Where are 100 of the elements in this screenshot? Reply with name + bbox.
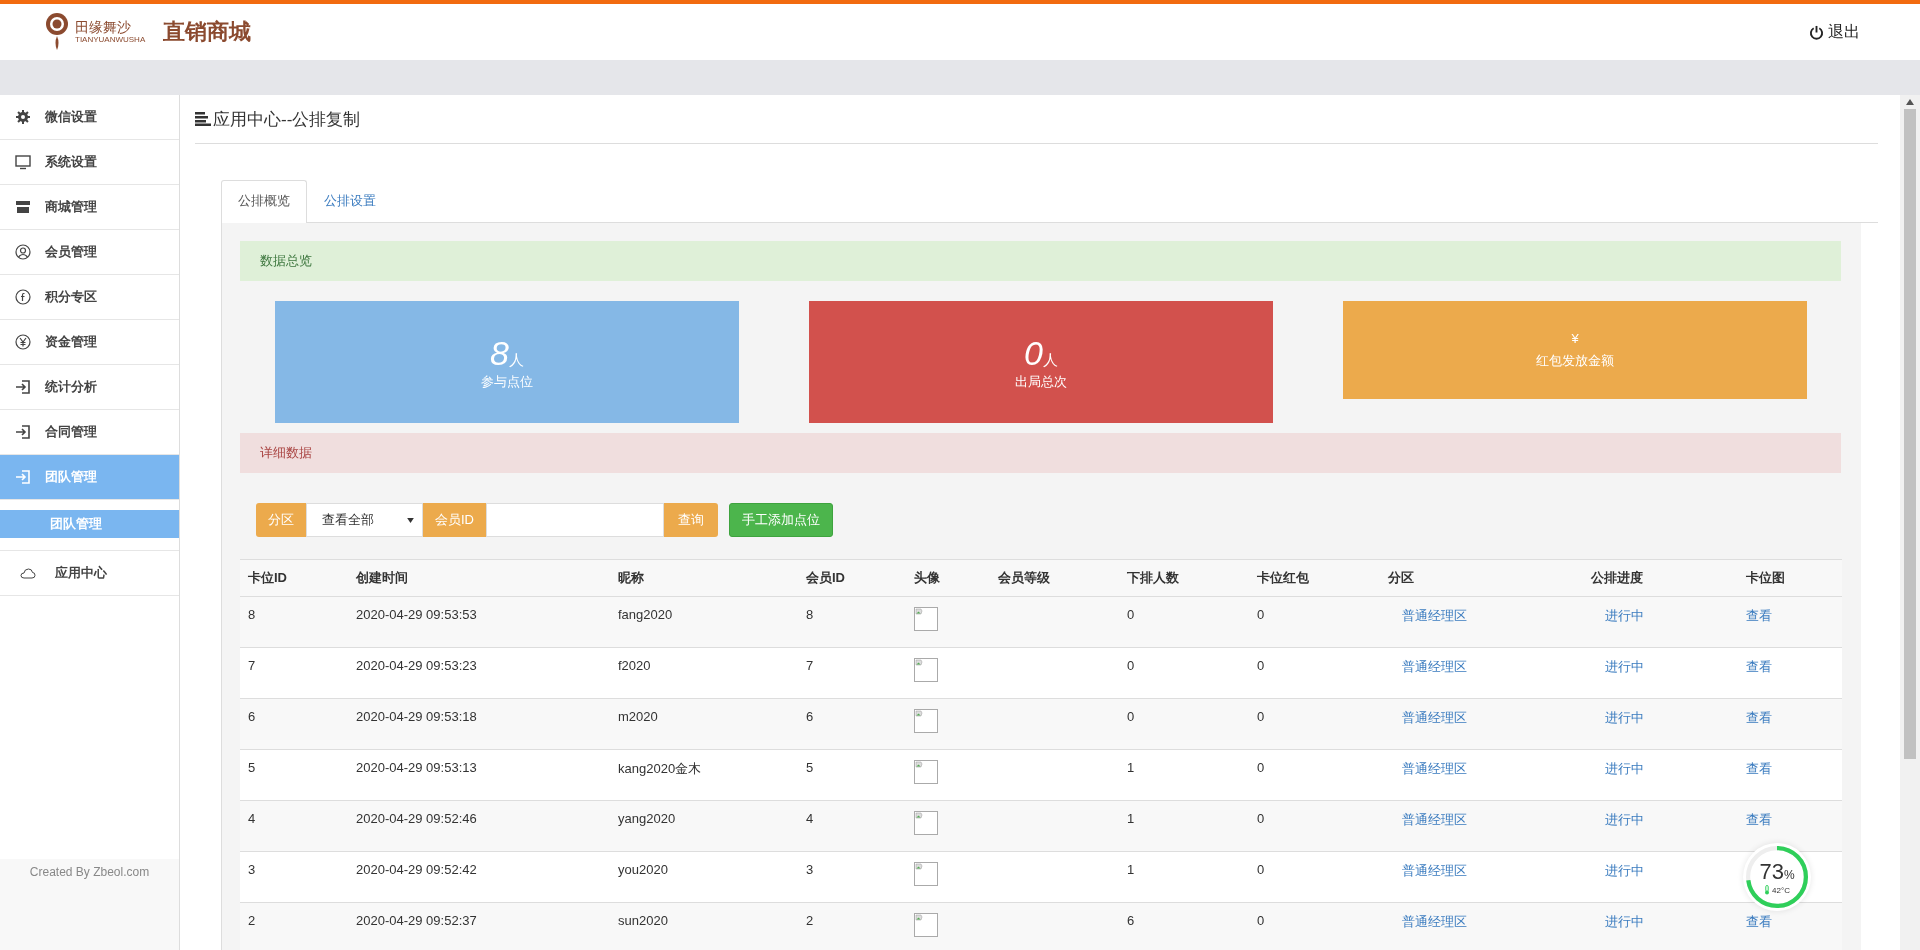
sign-in-icon bbox=[15, 424, 31, 440]
column-header: 头像 bbox=[906, 559, 990, 597]
sidebar-item[interactable]: 积分专区 bbox=[0, 275, 179, 320]
table-cell: 8 bbox=[798, 596, 906, 648]
logo-text: 田缘舞沙 bbox=[75, 19, 131, 35]
list-icon bbox=[195, 112, 211, 126]
zone-link[interactable]: 普通经理区 bbox=[1402, 914, 1467, 929]
broken-image-icon bbox=[914, 709, 938, 733]
table-cell: 6 bbox=[240, 698, 348, 750]
table-cell: 6 bbox=[798, 698, 906, 750]
view-link[interactable]: 查看 bbox=[1746, 761, 1772, 776]
view-link[interactable]: 查看 bbox=[1746, 659, 1772, 674]
table-cell: 4 bbox=[240, 800, 348, 852]
table-cell: 2020-04-29 09:52:37 bbox=[348, 902, 610, 950]
zone-link[interactable]: 普通经理区 bbox=[1402, 710, 1467, 725]
table-cell: 5 bbox=[240, 749, 348, 801]
broken-image-icon bbox=[914, 862, 938, 886]
view-link[interactable]: 查看 bbox=[1746, 914, 1772, 929]
table-cell: 1 bbox=[1119, 851, 1249, 903]
table-cell: 0 bbox=[1249, 800, 1380, 852]
temperature-reading: 42°C bbox=[1772, 885, 1790, 895]
table-cell: 5 bbox=[798, 749, 906, 801]
table-cell: 2020-04-29 09:53:23 bbox=[348, 647, 610, 699]
table-cell: fang2020 bbox=[610, 596, 798, 648]
member-id-label: 会员ID bbox=[423, 503, 486, 537]
scroll-up-arrow-icon[interactable] bbox=[1906, 99, 1914, 105]
zone-link[interactable]: 普通经理区 bbox=[1402, 761, 1467, 776]
table-cell: 6 bbox=[1119, 902, 1249, 950]
broken-image-icon bbox=[914, 913, 938, 937]
progress-link[interactable]: 进行中 bbox=[1605, 608, 1644, 623]
column-header: 卡位ID bbox=[240, 559, 348, 597]
sidebar-item[interactable]: 资金管理 bbox=[0, 320, 179, 365]
stat-value: ¥ bbox=[1571, 330, 1579, 346]
sidebar-item[interactable]: 微信设置 bbox=[0, 95, 179, 140]
table-cell: 1 bbox=[1119, 749, 1249, 801]
progress-link[interactable]: 进行中 bbox=[1605, 812, 1644, 827]
member-id-field[interactable] bbox=[486, 503, 664, 537]
table-cell: 0 bbox=[1249, 851, 1380, 903]
user-circle-icon bbox=[15, 244, 31, 260]
zone-link[interactable]: 普通经理区 bbox=[1402, 659, 1467, 674]
column-header: 会员ID bbox=[798, 559, 906, 597]
table-cell: 7 bbox=[240, 647, 348, 699]
view-link[interactable]: 查看 bbox=[1746, 608, 1772, 623]
table-cell: 8 bbox=[240, 596, 348, 648]
sidebar-item[interactable]: 统计分析 bbox=[0, 365, 179, 410]
table-cell: f2020 bbox=[610, 647, 798, 699]
sign-in-icon bbox=[15, 469, 31, 485]
progress-link[interactable]: 进行中 bbox=[1605, 659, 1644, 674]
table-cell: 2020-04-29 09:53:18 bbox=[348, 698, 610, 750]
stat-label: 红包发放金额 bbox=[1536, 351, 1614, 370]
broken-image-icon bbox=[914, 811, 938, 835]
logout-link[interactable]: 退出 bbox=[1809, 21, 1860, 43]
zone-link[interactable]: 普通经理区 bbox=[1402, 863, 1467, 878]
add-button[interactable]: 手工添加点位 bbox=[729, 503, 833, 537]
progress-link[interactable]: 进行中 bbox=[1605, 914, 1644, 929]
progress-link[interactable]: 进行中 bbox=[1605, 863, 1644, 878]
zone-select[interactable]: 查看全部 bbox=[306, 503, 423, 537]
table-cell: 0 bbox=[1249, 749, 1380, 801]
column-header: 卡位红包 bbox=[1249, 559, 1380, 597]
view-link[interactable]: 查看 bbox=[1746, 710, 1772, 725]
gear-icon bbox=[15, 109, 31, 125]
zone-link[interactable]: 普通经理区 bbox=[1402, 812, 1467, 827]
tab[interactable]: 公排概览 bbox=[221, 180, 307, 223]
stat-label: 出局总次 bbox=[1015, 372, 1067, 391]
table-cell: yang2020 bbox=[610, 800, 798, 852]
progress-link[interactable]: 进行中 bbox=[1605, 761, 1644, 776]
table-cell: sun2020 bbox=[610, 902, 798, 950]
view-link[interactable]: 查看 bbox=[1746, 812, 1772, 827]
site-title: 直销商城 bbox=[163, 18, 252, 46]
power-icon bbox=[1809, 24, 1824, 40]
table-cell: 0 bbox=[1119, 698, 1249, 750]
store-icon bbox=[15, 199, 31, 215]
table-cell: 0 bbox=[1249, 698, 1380, 750]
progress-link[interactable]: 进行中 bbox=[1605, 710, 1644, 725]
zone-link[interactable]: 普通经理区 bbox=[1402, 608, 1467, 623]
section-bar: 数据总览 bbox=[240, 241, 1841, 281]
table-cell: 7 bbox=[798, 647, 906, 699]
table-cell: 0 bbox=[1249, 596, 1380, 648]
footer-credit: Created By Zbeol.com bbox=[29, 865, 150, 879]
table-cell: you2020 bbox=[610, 851, 798, 903]
table-cell: 0 bbox=[1249, 902, 1380, 950]
table-cell: 2 bbox=[240, 902, 348, 950]
column-header: 昵称 bbox=[610, 559, 798, 597]
caret-icon bbox=[407, 517, 414, 523]
sidebar-item[interactable]: 商城管理 bbox=[0, 185, 179, 230]
stat-value: 8 bbox=[490, 333, 509, 373]
tab[interactable]: 公排设置 bbox=[307, 180, 393, 222]
column-header: 创建时间 bbox=[348, 559, 610, 597]
section-bar: 详细数据 bbox=[240, 433, 1841, 473]
sidebar-item[interactable]: 应用中心 bbox=[0, 551, 179, 596]
table-cell: 2020-04-29 09:53:13 bbox=[348, 749, 610, 801]
table-cell: kang2020金木 bbox=[610, 749, 798, 801]
stat-unit: 人 bbox=[1042, 350, 1058, 370]
sidebar-item[interactable]: 会员管理 bbox=[0, 230, 179, 275]
table-cell: 2 bbox=[798, 902, 906, 950]
table-cell: 4 bbox=[798, 800, 906, 852]
scrollbar-thumb[interactable] bbox=[1904, 109, 1916, 759]
sidebar-item[interactable]: 系统设置 bbox=[0, 140, 179, 185]
column-header: 会员等级 bbox=[990, 559, 1119, 597]
usage-reading: 73 bbox=[1759, 859, 1784, 884]
